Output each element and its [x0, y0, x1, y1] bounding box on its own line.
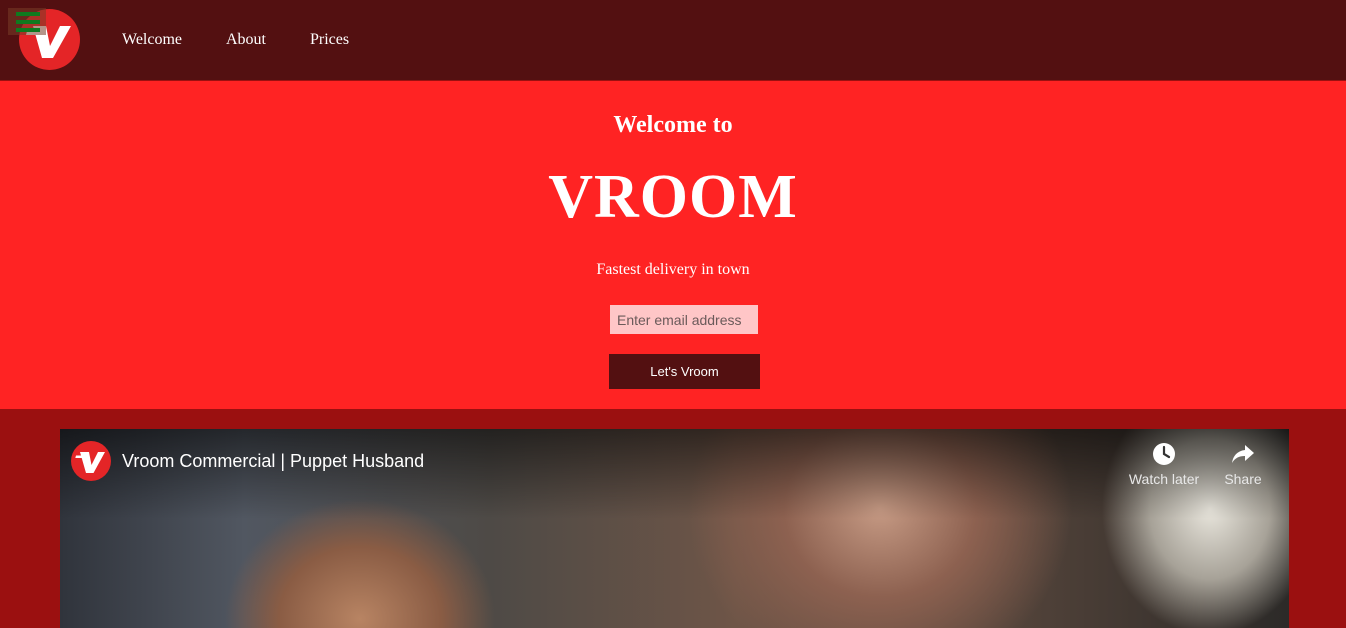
hero-kicker: Welcome to	[613, 112, 733, 138]
nav-link-about[interactable]: About	[226, 30, 266, 50]
nav-link-welcome[interactable]: Welcome	[122, 30, 182, 50]
video-header-overlay	[60, 429, 1289, 519]
share-icon	[1232, 445, 1254, 463]
lets-vroom-button[interactable]: Let's Vroom	[609, 354, 760, 389]
watch-later-button[interactable]: Watch later	[1124, 441, 1204, 487]
hero-tagline: Fastest delivery in town	[596, 261, 750, 278]
vroom-v-icon	[75, 452, 105, 473]
hero-title: VROOM	[548, 163, 798, 231]
hero-section: Welcome to VROOM Fastest delivery in tow…	[0, 81, 1346, 409]
watch-later-label: Watch later	[1128, 471, 1200, 487]
channel-avatar[interactable]	[71, 441, 111, 481]
share-label: Share	[1224, 471, 1262, 487]
video-embed[interactable]: Vroom Commercial | Puppet Husband Watch …	[60, 429, 1289, 628]
navbar: Welcome About Prices	[0, 0, 1346, 80]
hamburger-menu-icon[interactable]	[8, 8, 46, 35]
email-input[interactable]	[610, 305, 758, 334]
share-button[interactable]: Share	[1203, 441, 1283, 487]
video-title[interactable]: Vroom Commercial | Puppet Husband	[122, 449, 424, 473]
clock-icon	[1153, 443, 1175, 465]
nav-link-prices[interactable]: Prices	[310, 30, 349, 50]
